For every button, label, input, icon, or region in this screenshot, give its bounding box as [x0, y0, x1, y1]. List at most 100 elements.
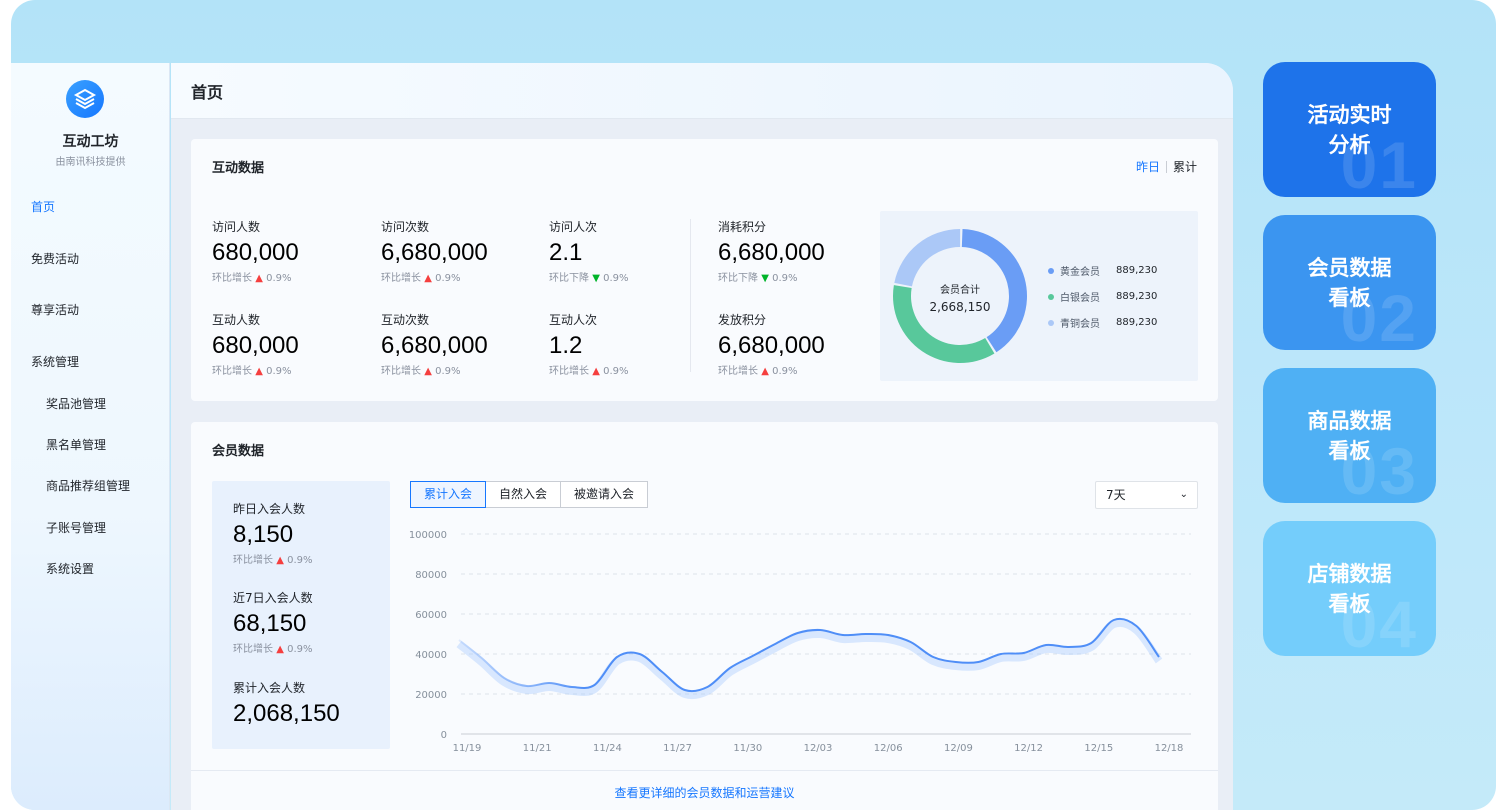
sidebar-item-product-groups[interactable]: 商品推荐组管理 [46, 477, 130, 494]
x-tick-label: 12/18 [1155, 743, 1184, 754]
trend-down-icon: ▼ [761, 273, 769, 284]
main-panel: 首页 互动数据 昨日 累计 访问人数 680,000 环比增长 ▲ 0.9% 访问次数… [171, 63, 1233, 810]
donut-center-value: 2,668,150 [929, 300, 991, 314]
x-tick-label: 12/03 [804, 743, 833, 754]
metric-item: 互动人次 1.2 环比增长 ▲ 0.9% [549, 311, 709, 377]
side-card-2[interactable]: 02 会员数据 看板 [1263, 215, 1436, 350]
metric-value: 680,000 [212, 239, 299, 266]
legend-value: 889,230 [1116, 291, 1158, 302]
x-tick-label: 12/06 [874, 743, 903, 754]
stat-value: 8,150 [233, 521, 294, 548]
toggle-cumulative[interactable]: 累计 [1173, 158, 1197, 175]
metric-value: 2.1 [549, 239, 583, 266]
side-card-title: 会员数据 看板 [1307, 255, 1392, 310]
metric-value: 6,680,000 [718, 332, 825, 359]
member-donut-panel: 会员合计 2,668,150 黄金会员 889,230 白银会员 889,230 青铜会… [880, 211, 1198, 381]
stat-label: 近7日入会人数 [233, 591, 313, 605]
metric-value: 6,680,000 [718, 239, 825, 266]
stat-yesterday: 昨日入会人数 8,150 环比增长 ▲ 0.9% [233, 500, 312, 566]
sidebar-item-settings[interactable]: 系统设置 [46, 560, 94, 577]
metric-trend: 环比增长 ▲ 0.9% [381, 366, 461, 377]
legend-dot [1048, 267, 1054, 274]
x-tick-label: 11/24 [593, 743, 622, 754]
toggle-divider [1165, 160, 1167, 173]
side-card-title: 商品数据 看板 [1307, 408, 1392, 463]
metric-item: 消耗积分 6,680,000 环比下降 ▼ 0.9% [718, 218, 878, 284]
toggle-yesterday[interactable]: 昨日 [1136, 158, 1160, 175]
metric-value: 6,680,000 [381, 239, 488, 266]
trend-up-icon: ▲ [276, 555, 284, 566]
y-tick-label: 80000 [415, 570, 447, 581]
metric-trend: 环比增长 ▲ 0.9% [718, 366, 798, 377]
metric-label: 访问次数 [381, 220, 430, 234]
legend-item: 黄金会员 889,230 [1048, 263, 1157, 278]
member-detail-link[interactable]: 查看更详细的会员数据和运营建议 [191, 784, 1218, 801]
app-frame: 互动工坊 由南讯科技提供 首页 免费活动 尊享活动 系统管理 奖品池管理 黑名单… [11, 0, 1496, 810]
tab-invited-join[interactable]: 被邀请入会 [560, 481, 649, 508]
sidebar-item-premium-activity[interactable]: 尊享活动 [31, 301, 79, 318]
tab-cumulative-join[interactable]: 累计入会 [410, 481, 487, 508]
side-card-4[interactable]: 04 店铺数据 看板 [1263, 521, 1436, 656]
sidebar-item-home[interactable]: 首页 [31, 198, 55, 215]
donut-center-label: 会员合计 [940, 285, 980, 296]
metric-label: 访问人次 [549, 220, 598, 234]
side-card-1[interactable]: 01 活动实时 分析 [1263, 62, 1436, 197]
metric-trend: 环比增长 ▲ 0.9% [212, 273, 292, 284]
legend-dot [1048, 293, 1054, 300]
member-stats-panel: 昨日入会人数 8,150 环比增长 ▲ 0.9% 近7日入会人数 68,150 … [212, 481, 390, 749]
legend-label: 青铜会员 [1060, 319, 1100, 330]
stat-trend: 环比增长 ▲ 0.9% [233, 644, 313, 655]
trend-up-icon: ▲ [424, 273, 432, 284]
trend-down-icon: ▼ [592, 273, 600, 284]
legend-label: 白银会员 [1060, 293, 1100, 304]
sidebar-item-free-activity[interactable]: 免费活动 [31, 250, 79, 267]
stat-label: 累计入会人数 [233, 681, 306, 695]
metric-label: 互动人次 [549, 313, 598, 327]
trend-up-icon: ▲ [592, 366, 600, 377]
metric-trend: 环比增长 ▲ 0.9% [381, 273, 461, 284]
metric-label: 互动次数 [381, 313, 430, 327]
trend-up-icon: ▲ [276, 644, 284, 655]
tab-natural-join[interactable]: 自然入会 [485, 481, 562, 508]
trend-up-icon: ▲ [424, 366, 432, 377]
trend-up-icon: ▲ [255, 366, 263, 377]
stat-value: 68,150 [233, 610, 307, 637]
sidebar-item-sub-accounts[interactable]: 子账号管理 [46, 519, 106, 536]
stat-label: 昨日入会人数 [233, 502, 306, 516]
trend-up-icon: ▲ [761, 366, 769, 377]
metric-trend: 环比下降 ▼ 0.9% [718, 273, 798, 284]
chevron-down-icon: ⌄ [1179, 489, 1188, 500]
sidebar-item-prize-pool[interactable]: 奖品池管理 [46, 395, 106, 412]
legend-label: 黄金会员 [1060, 267, 1100, 278]
y-tick-label: 0 [441, 730, 447, 741]
x-tick-label: 12/12 [1014, 743, 1043, 754]
series-line [458, 617, 1160, 693]
metric-value: 6,680,000 [381, 332, 488, 359]
interaction-title: 互动数据 [212, 161, 265, 176]
metric-item: 访问人数 680,000 环比增长 ▲ 0.9% [212, 218, 372, 284]
side-card-title: 活动实时 分析 [1307, 102, 1392, 157]
x-tick-label: 11/27 [663, 743, 692, 754]
x-tick-label: 11/30 [733, 743, 762, 754]
x-tick-label: 11/19 [453, 743, 482, 754]
stat-value: 2,068,150 [233, 700, 340, 727]
brand-subtitle: 由南讯科技提供 [55, 157, 126, 168]
metric-value: 1.2 [549, 332, 583, 359]
sidebar: 互动工坊 由南讯科技提供 首页 免费活动 尊享活动 系统管理 奖品池管理 黑名单… [11, 63, 170, 810]
metric-item: 访问人次 2.1 环比下降 ▼ 0.9% [549, 218, 709, 284]
sidebar-item-system-management[interactable]: 系统管理 [31, 353, 79, 370]
metric-trend: 环比下降 ▼ 0.9% [549, 273, 629, 284]
x-tick-label: 12/09 [944, 743, 973, 754]
sidebar-item-blacklist[interactable]: 黑名单管理 [46, 436, 106, 453]
metric-item: 互动次数 6,680,000 环比增长 ▲ 0.9% [381, 311, 541, 377]
member-title: 会员数据 [212, 444, 265, 459]
donut-slice [894, 229, 961, 287]
member-tabs: 累计入会 自然入会 被邀请入会 [410, 481, 649, 508]
metric-trend: 环比增长 ▲ 0.9% [549, 366, 629, 377]
metrics-divider [690, 219, 691, 372]
stat-last-7-days: 近7日入会人数 68,150 环比增长 ▲ 0.9% [233, 589, 313, 655]
x-tick-label: 11/21 [523, 743, 552, 754]
side-card-3[interactable]: 03 商品数据 看板 [1263, 368, 1436, 503]
interaction-card: 互动数据 昨日 累计 访问人数 680,000 环比增长 ▲ 0.9% 访问次数 6,6… [191, 139, 1218, 401]
range-select[interactable]: 7天 ⌄ [1095, 481, 1198, 509]
